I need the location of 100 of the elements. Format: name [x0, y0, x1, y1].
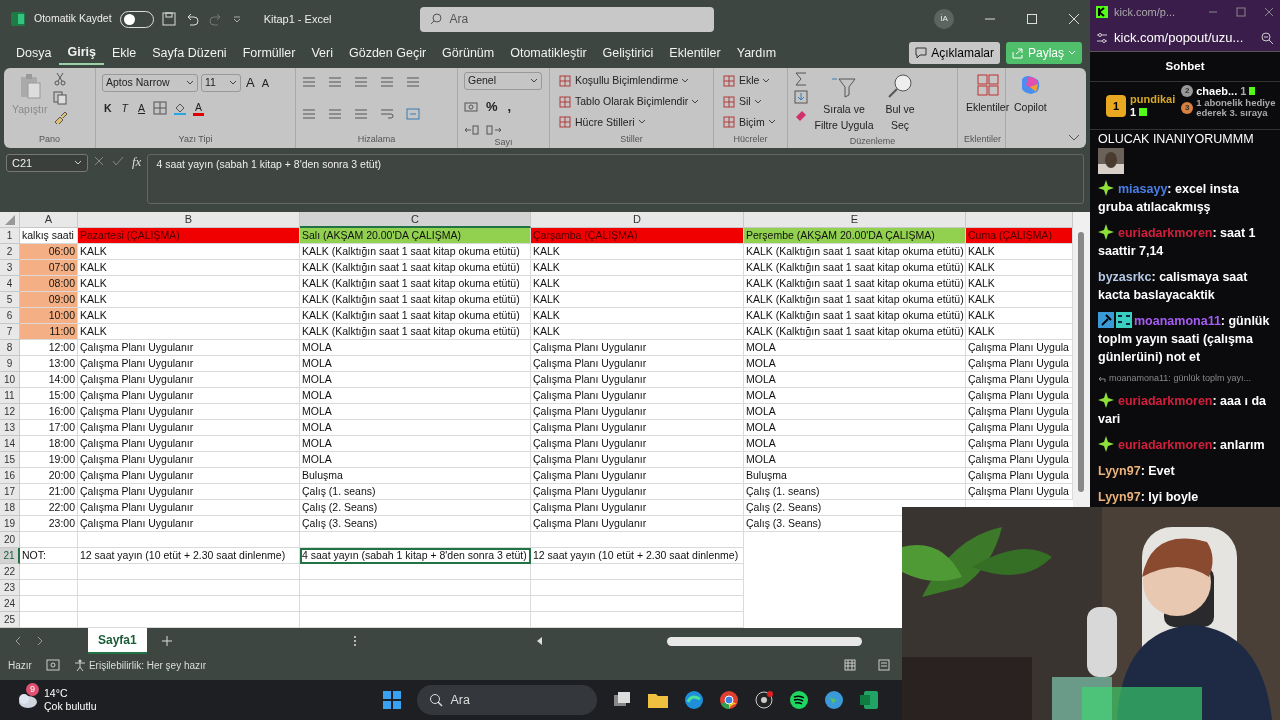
row-header[interactable]: 15 — [0, 452, 20, 468]
row-header[interactable]: 13 — [0, 420, 20, 436]
row-header[interactable]: 20 — [0, 532, 20, 548]
ribbon-menu-button[interactable]: Hücre Stilleri — [556, 113, 702, 132]
empty-cell[interactable] — [300, 580, 531, 596]
horizontal-scrollbar[interactable] — [667, 636, 862, 646]
select-all-icon[interactable] — [4, 215, 15, 226]
align-icon[interactable] — [302, 76, 316, 88]
row-header[interactable]: 23 — [0, 580, 20, 596]
row-header[interactable]: 11 — [0, 388, 20, 404]
empty-cell[interactable] — [78, 596, 300, 612]
macro-icon[interactable] — [45, 659, 60, 671]
column-header[interactable]: E — [744, 212, 966, 228]
row-header[interactable]: 9 — [0, 356, 20, 372]
row-header[interactable]: 25 — [0, 612, 20, 628]
close-icon[interactable] — [1264, 7, 1274, 17]
row-header[interactable]: 17 — [0, 484, 20, 500]
comma-style-button[interactable]: , — [505, 96, 514, 118]
row-header[interactable]: 10 — [0, 372, 20, 388]
row-header[interactable]: 4 — [0, 276, 20, 292]
more-icon[interactable] — [352, 635, 357, 647]
taskbar-search[interactable]: Ara — [416, 685, 597, 715]
menu-tab[interactable]: Otomatikleştir — [502, 41, 595, 65]
menu-tab[interactable]: Yardım — [728, 41, 785, 65]
empty-cell[interactable] — [300, 596, 531, 612]
row-header[interactable]: 18 — [0, 500, 20, 516]
fill-color-icon[interactable] — [173, 101, 188, 116]
collapse-ribbon-icon[interactable] — [1068, 134, 1080, 142]
add-sheet-icon[interactable] — [160, 635, 173, 647]
chrome-browser-icon[interactable] — [718, 690, 739, 710]
save-icon[interactable] — [161, 12, 176, 26]
menu-tab[interactable]: Sayfa Düzeni — [144, 41, 235, 65]
ribbon-menu-button[interactable]: Ekle — [720, 72, 778, 90]
username[interactable]: Lyyn97 — [1098, 489, 1141, 504]
align-icon[interactable] — [354, 108, 368, 121]
formula-field[interactable]: 4 saat yayın (sabah 1 kitap + 8'den sonra 3 etüt) — [147, 154, 1084, 204]
menu-tab[interactable]: Geliştirici — [594, 41, 662, 65]
row-header[interactable]: 3 — [0, 260, 20, 276]
merge-icon[interactable] — [406, 108, 420, 121]
accessibility-button[interactable]: Erişilebilirlik: Her şey hazır — [73, 657, 207, 673]
globe-app-icon[interactable] — [823, 690, 844, 710]
underline-button[interactable]: A — [136, 99, 148, 118]
site-settings-icon[interactable] — [1096, 31, 1108, 44]
empty-cell[interactable] — [531, 564, 744, 580]
align-icon[interactable] — [406, 76, 420, 88]
ribbon-menu-button[interactable]: Biçim — [720, 113, 778, 132]
eraser-icon[interactable] — [794, 108, 808, 122]
username[interactable]: Lyyn97 — [1098, 463, 1141, 478]
align-icon[interactable] — [380, 76, 394, 88]
copy-icon[interactable] — [53, 91, 68, 105]
currency-icon[interactable] — [464, 100, 478, 113]
page-layout-icon[interactable] — [878, 659, 890, 671]
empty-cell[interactable] — [78, 580, 300, 596]
empty-cell[interactable] — [300, 532, 531, 548]
insert-function-button[interactable]: fx — [132, 156, 142, 168]
italic-button[interactable]: T — [119, 99, 130, 118]
enter-icon[interactable] — [112, 156, 124, 166]
username[interactable]: pundikai — [1130, 92, 1176, 106]
row-header[interactable]: 7 — [0, 324, 20, 340]
username[interactable]: byzasrkc — [1098, 270, 1152, 285]
decrease-font-button[interactable]: A — [259, 73, 271, 92]
username[interactable]: euriadarkmoren — [1118, 393, 1213, 408]
username[interactable]: euriadarkmoren — [1118, 437, 1213, 452]
music-app-icon[interactable] — [788, 690, 809, 710]
normal-view-icon[interactable] — [844, 659, 856, 671]
font-color-button[interactable]: A — [193, 100, 205, 116]
percent-button[interactable]: % — [484, 96, 500, 118]
increase-decimal-icon[interactable] — [464, 123, 480, 136]
wrap-text-icon[interactable] — [380, 108, 394, 121]
align-icon[interactable] — [354, 76, 368, 88]
decrease-decimal-icon[interactable] — [486, 123, 502, 136]
username[interactable]: moanamona11 — [1134, 314, 1221, 329]
username[interactable]: chaeb... — [1196, 84, 1238, 99]
cancel-icon[interactable] — [94, 156, 104, 166]
zoom-icon[interactable] — [1260, 30, 1274, 45]
empty-cell[interactable] — [78, 532, 300, 548]
customize-icon[interactable] — [231, 14, 242, 24]
font-dropdown[interactable]: Aptos Narrow — [102, 73, 198, 92]
sort-filter-button[interactable]: Sırala ve Filtre Uygula — [812, 72, 876, 135]
menu-tab[interactable]: Eklentiler — [661, 41, 729, 65]
maximize-icon[interactable] — [1236, 7, 1246, 17]
borders-icon[interactable] — [153, 101, 168, 116]
align-icon[interactable] — [328, 108, 342, 121]
ribbon-menu-button[interactable]: Tablo Olarak Biçimlendir — [556, 92, 702, 111]
recording-app-icon[interactable] — [753, 690, 774, 710]
scrollbar[interactable] — [1073, 212, 1090, 507]
empty-cell[interactable] — [300, 564, 531, 580]
menu-tab[interactable]: Görünüm — [434, 41, 503, 65]
column-header[interactable]: A — [20, 212, 78, 228]
menu-tab[interactable]: Formüller — [234, 41, 304, 65]
row-header[interactable]: 6 — [0, 308, 20, 324]
empty-cell[interactable] — [531, 580, 744, 596]
bold-button[interactable]: K — [102, 99, 114, 118]
row-header[interactable]: 21 — [0, 548, 20, 564]
start-icon[interactable] — [381, 690, 402, 710]
comments-button[interactable]: Açıklamalar — [909, 42, 1000, 64]
brush-icon[interactable] — [53, 110, 68, 124]
row-header[interactable]: 24 — [0, 596, 20, 612]
name-box[interactable]: C21 — [6, 154, 88, 172]
row-header[interactable]: 14 — [0, 436, 20, 452]
